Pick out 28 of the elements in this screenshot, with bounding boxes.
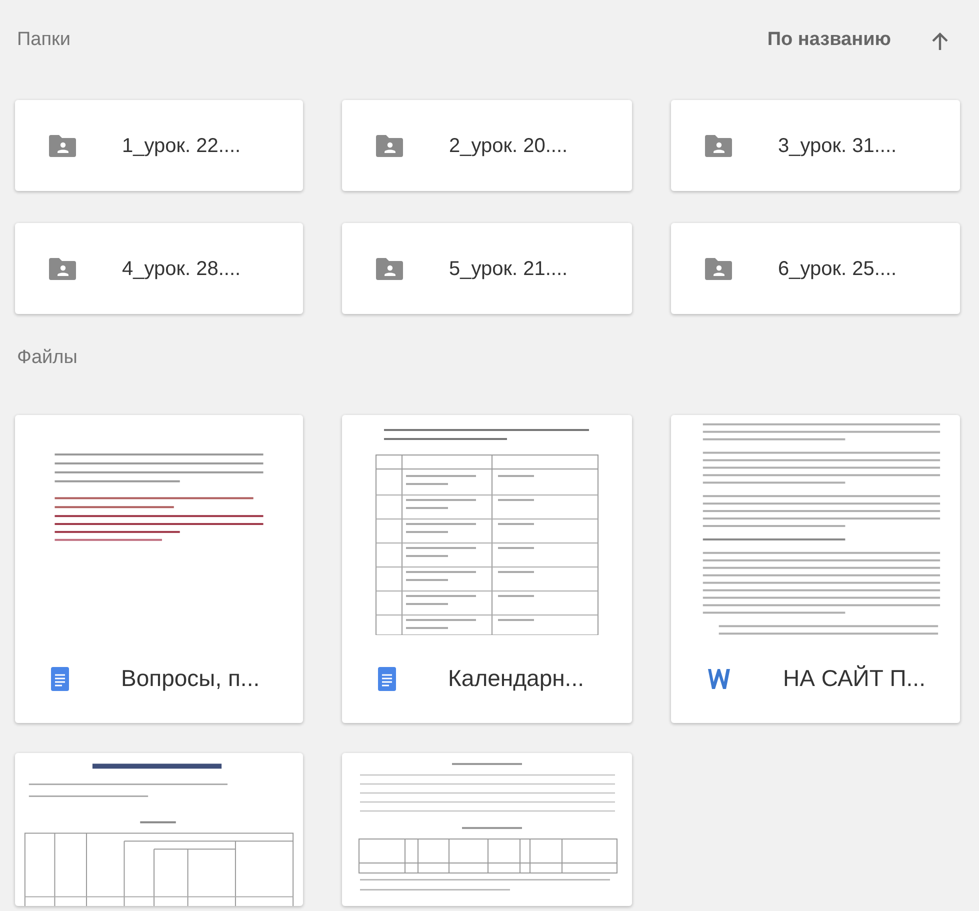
shared-folder-icon — [49, 258, 76, 280]
folder-name: 2_урок. 20.... — [449, 134, 568, 158]
folder-card[interactable]: 5_урок. 21.... — [342, 223, 632, 314]
file-name: НА САЙТ П... — [783, 664, 926, 694]
folder-card[interactable]: 1_урок. 22.... — [15, 100, 303, 191]
file-card[interactable]: НА САЙТ П... — [671, 414, 960, 722]
shared-folder-icon — [705, 134, 732, 156]
shared-folder-icon — [376, 258, 403, 280]
folder-name: 5_урок. 21.... — [449, 256, 568, 282]
file-card[interactable]: Вопросы, п... — [15, 414, 303, 722]
file-card[interactable] — [342, 752, 632, 906]
folder-card[interactable]: 2_урок. 20.... — [342, 100, 632, 191]
folder-card[interactable]: 4_урок. 28.... — [15, 223, 303, 314]
folder-card[interactable]: 3_урок. 31.... — [671, 100, 960, 191]
shared-folder-icon — [49, 134, 76, 156]
section-title: Файлы — [16, 346, 78, 370]
folder-name: 6_урок. 25.... — [778, 256, 897, 282]
shared-folder-icon — [705, 258, 732, 280]
shared-folder-icon — [376, 134, 403, 156]
folder-card[interactable]: 6_урок. 25.... — [671, 223, 960, 314]
section-title: Папки — [16, 28, 70, 52]
folder-name: 1_урок. 22.... — [122, 134, 241, 158]
folder-name: 4_урок. 28.... — [122, 256, 241, 282]
folder-name: 3_урок. 31.... — [778, 134, 897, 158]
sort-button[interactable]: По названию — [767, 26, 891, 54]
file-card[interactable]: Календарн... — [342, 414, 632, 722]
file-name: Вопросы, п... — [121, 664, 260, 694]
file-name: Календарн... — [448, 664, 584, 694]
